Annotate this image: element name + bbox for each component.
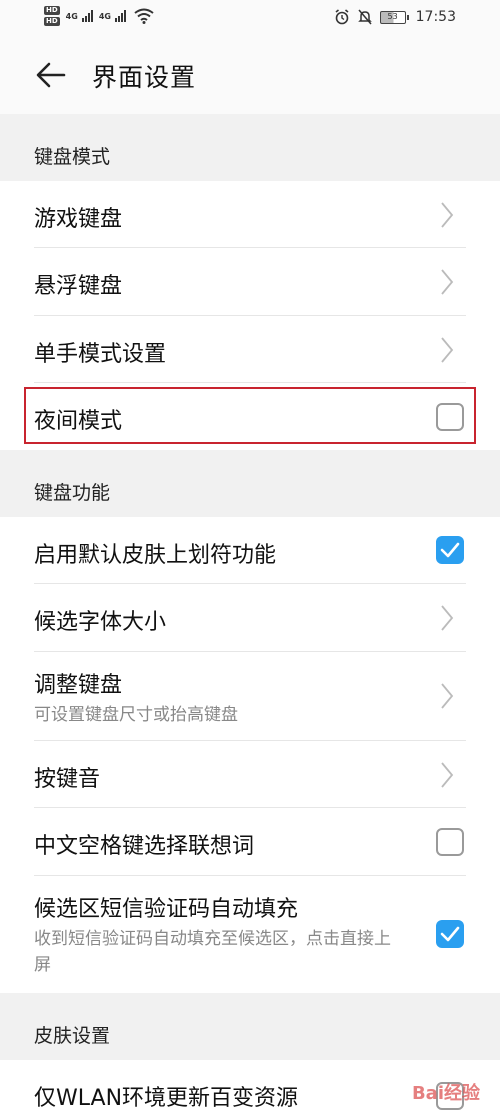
- row-subtitle: 收到短信验证码自动填充至候选区，点击直接上屏: [34, 929, 391, 975]
- row-label: 候选区短信验证码自动填充: [34, 897, 299, 922]
- section-header-keyboard-function: 键盘功能: [0, 450, 500, 517]
- status-icons: 53 17:53: [334, 9, 456, 25]
- row-subtitle: 可设置键盘尺寸或抬高键盘: [34, 705, 238, 725]
- row-label: 中文空格键选择联想词: [34, 834, 255, 859]
- section-header-skin-settings: 皮肤设置: [0, 993, 500, 1060]
- network-type: 4G: [98, 11, 111, 21]
- highlight-frame: [24, 387, 476, 444]
- row-label: 单手模式设置: [34, 342, 167, 367]
- row-adjust-keyboard[interactable]: 调整键盘 可设置键盘尺寸或抬高键盘: [0, 652, 500, 741]
- hd-badge: HD: [44, 6, 60, 15]
- signal-icon: [114, 10, 126, 22]
- network-type: 4G: [65, 11, 78, 21]
- wifi-icon: [134, 8, 154, 24]
- row-sms-code-autofill[interactable]: 候选区短信验证码自动填充 收到短信验证码自动填充至候选区，点击直接上屏: [0, 876, 500, 993]
- section-header-keyboard-mode: 键盘模式: [0, 114, 500, 181]
- mute-bell-icon: [357, 9, 372, 25]
- chevron-right-icon: [441, 202, 454, 228]
- checkmark-icon: [440, 542, 460, 558]
- chevron-right-icon: [441, 269, 454, 295]
- row-label: 游戏键盘: [34, 207, 123, 232]
- title-bar: 界面设置: [0, 36, 500, 114]
- swipe-symbol-checkbox[interactable]: [436, 536, 464, 564]
- row-space-association[interactable]: 中文空格键选择联想词: [0, 808, 500, 876]
- row-default-skin-swipe[interactable]: 启用默认皮肤上划符功能: [0, 517, 500, 584]
- row-label: 启用默认皮肤上划符功能: [34, 543, 277, 568]
- section-title: 键盘功能: [34, 482, 111, 504]
- section-title: 键盘模式: [34, 146, 111, 168]
- chevron-right-icon: [441, 337, 454, 363]
- battery-level: 53: [379, 10, 406, 24]
- chevron-right-icon: [441, 605, 454, 631]
- signal-group: HD HD 4G 4G: [44, 6, 154, 26]
- alarm-icon: [335, 9, 349, 25]
- signal-icon: [81, 10, 93, 22]
- section-title: 皮肤设置: [34, 1025, 111, 1047]
- hd-badge: HD: [44, 17, 60, 26]
- row-floating-keyboard[interactable]: 悬浮键盘: [0, 248, 500, 316]
- back-arrow-icon[interactable]: [36, 62, 66, 88]
- row-label: 调整键盘: [34, 673, 123, 698]
- status-time: 17:53: [415, 9, 456, 25]
- status-bar: HD HD 4G 4G 53 17:53: [0, 0, 500, 36]
- row-one-hand-mode[interactable]: 单手模式设置: [0, 316, 500, 383]
- row-game-keyboard[interactable]: 游戏键盘: [0, 181, 500, 248]
- row-candidate-font-size[interactable]: 候选字体大小: [0, 584, 500, 652]
- chevron-right-icon: [441, 762, 454, 788]
- row-key-sound[interactable]: 按键音: [0, 741, 500, 808]
- sms-autofill-checkbox[interactable]: [436, 920, 464, 948]
- card-keyboard-function: 启用默认皮肤上划符功能 候选字体大小 调整键盘 可设置键盘尺寸或抬高键盘 按键音…: [0, 517, 500, 993]
- watermark-logo: Bai经验: [411, 1083, 480, 1104]
- chevron-right-icon: [441, 683, 454, 709]
- row-label: 候选字体大小: [34, 610, 167, 635]
- space-association-checkbox[interactable]: [436, 828, 464, 856]
- checkmark-icon: [440, 926, 460, 942]
- row-label: 按键音: [34, 767, 101, 792]
- page-title: 界面设置: [92, 63, 197, 92]
- row-label: 仅WLAN环境更新百变资源: [34, 1086, 299, 1111]
- row-label: 悬浮键盘: [34, 274, 123, 299]
- battery-icon: 53: [379, 10, 409, 24]
